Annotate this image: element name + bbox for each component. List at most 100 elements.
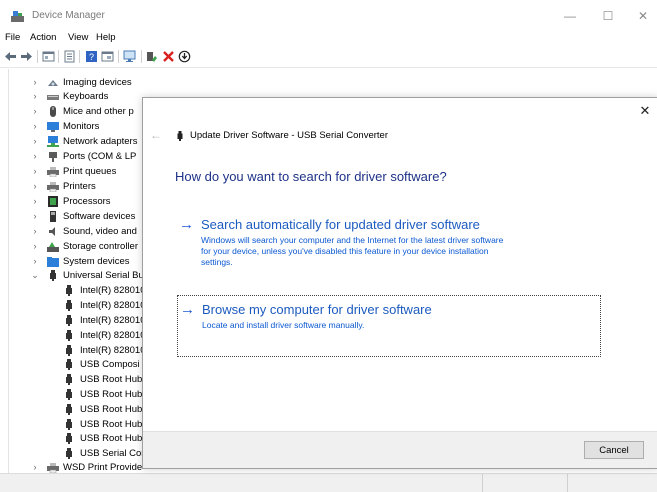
printer-icon (47, 167, 59, 177)
status-divider (482, 474, 483, 492)
monitor-icon (47, 122, 59, 132)
usb-device-icon (66, 419, 72, 430)
expand-chevron-icon[interactable]: › (31, 75, 39, 90)
expand-chevron-icon[interactable]: › (31, 179, 39, 194)
title-bar: Device Manager — ☐ ✕ (0, 0, 657, 30)
usb-device-icon (66, 404, 72, 415)
tree-item-label: Print queues (63, 166, 117, 177)
tree-item-label: Printers (63, 181, 96, 192)
speaker-icon (49, 227, 55, 236)
expand-chevron-icon[interactable]: › (31, 460, 39, 473)
back-icon[interactable] (4, 50, 17, 63)
properties-icon[interactable] (63, 50, 76, 63)
status-bar (0, 473, 657, 492)
tree-item-label: Storage controller (63, 241, 138, 252)
window-title: Device Manager (32, 10, 105, 21)
browse-computer-title: Browse my computer for driver software (202, 302, 432, 317)
usb-icon (50, 270, 56, 281)
mouse-icon (50, 106, 56, 117)
port-icon (49, 152, 57, 162)
network-icon (47, 136, 59, 147)
svg-text:?: ? (89, 52, 94, 62)
expand-chevron-icon[interactable]: › (31, 134, 39, 149)
tree-child-label: Intel(R) 828010 (80, 300, 146, 311)
expand-chevron-icon[interactable]: › (31, 209, 39, 224)
expand-chevron-icon[interactable]: › (31, 104, 39, 119)
dialog-close-button[interactable]: ✕ (638, 104, 652, 118)
browse-computer-description: Locate and install driver software manua… (202, 320, 365, 330)
search-automatically-description: Windows will search your computer and th… (201, 235, 503, 268)
description-line: Windows will search your computer and th… (201, 235, 504, 245)
expand-chevron-icon[interactable]: › (31, 164, 39, 179)
toolbar-separator (37, 50, 38, 63)
uninstall-icon[interactable] (162, 50, 175, 63)
menu-action[interactable]: Action (30, 32, 56, 43)
cancel-button[interactable]: Cancel (584, 441, 644, 459)
tree-child-label: USB Serial Cor (80, 448, 145, 459)
browse-computer-option[interactable]: → Browse my computer for driver software… (177, 295, 601, 357)
tree-item-label: Mice and other p (63, 106, 134, 117)
usb-device-icon (66, 300, 72, 311)
tree-child-label: Intel(R) 828010 (80, 315, 146, 326)
dialog-heading: How do you want to search for driver sof… (175, 169, 447, 184)
expand-chevron-icon[interactable]: › (31, 119, 39, 134)
tree-item-label: Ports (COM & LP (63, 151, 137, 162)
dialog-footer: Cancel (143, 431, 657, 468)
close-window-button[interactable]: ✕ (633, 6, 653, 26)
tree-item-label: Universal Serial Bu (63, 270, 144, 281)
usb-device-icon (66, 448, 72, 459)
software-device-icon (50, 211, 56, 222)
minimize-button[interactable]: — (560, 6, 580, 26)
tree-item-label: Imaging devices (63, 77, 132, 88)
expand-chevron-icon[interactable]: › (31, 254, 39, 269)
keyboard-icon (47, 95, 59, 100)
usb-device-icon (66, 374, 72, 385)
tree-item-label: Software devices (63, 211, 136, 222)
view-resources-icon[interactable] (101, 50, 114, 63)
toolbar-separator (118, 50, 119, 63)
tree-item-label: WSD Print Provide (63, 462, 143, 473)
printer-icon (47, 182, 59, 192)
expand-chevron-icon[interactable]: › (31, 224, 39, 239)
menu-view[interactable]: View (68, 32, 88, 43)
expand-chevron-icon[interactable]: › (31, 239, 39, 254)
search-automatically-title: Search automatically for updated driver … (201, 217, 480, 232)
expand-chevron-icon[interactable]: › (31, 149, 39, 164)
tree-item-label: Processors (63, 196, 111, 207)
tree-item-label: Monitors (63, 121, 100, 132)
tree-item-label: Keyboards (63, 91, 109, 102)
expand-chevron-icon[interactable]: › (31, 194, 39, 209)
usb-icon (177, 131, 183, 141)
usb-device-icon (66, 345, 72, 356)
usb-device-icon (66, 285, 72, 296)
usb-device-icon (66, 389, 72, 400)
storage-controller-icon (47, 242, 59, 252)
folder-icon (47, 257, 59, 267)
update-driver-dialog: ✕ ← Update Driver Software - USB Serial … (142, 97, 657, 469)
menu-help[interactable]: Help (96, 32, 116, 43)
usb-device-icon (66, 330, 72, 341)
tree-child-label: Intel(R) 828010 (80, 285, 146, 296)
forward-icon[interactable] (20, 50, 33, 63)
tree-child-label: Intel(R) 828010 (80, 330, 146, 341)
tree-item-label: Sound, video and (63, 226, 137, 237)
menu-file[interactable]: File (5, 32, 20, 43)
tree-child-label: USB Composi (80, 359, 140, 370)
scan-hardware-icon[interactable] (123, 50, 136, 63)
dialog-back-button[interactable]: ← (150, 128, 162, 142)
tree-item-label: System devices (63, 256, 130, 267)
maximize-button[interactable]: ☐ (598, 6, 618, 26)
description-line: settings. (201, 257, 233, 267)
description-line: for your device, unless you've disabled … (201, 246, 489, 256)
show-hide-console-icon[interactable] (42, 50, 55, 63)
arrow-right-icon: → (179, 216, 194, 233)
help-icon[interactable]: ? (85, 50, 98, 63)
dialog-title: Update Driver Software - USB Serial Conv… (190, 130, 388, 141)
update-driver-icon[interactable] (145, 50, 158, 63)
expand-chevron-icon[interactable]: › (31, 89, 39, 104)
usb-device-icon (66, 433, 72, 444)
tree-child-label: USB Root Hub (80, 389, 143, 400)
search-automatically-option[interactable]: → Search automatically for updated drive… (175, 216, 606, 274)
disable-device-icon[interactable] (178, 50, 191, 63)
collapse-chevron-icon[interactable]: ⌄ (31, 268, 39, 283)
